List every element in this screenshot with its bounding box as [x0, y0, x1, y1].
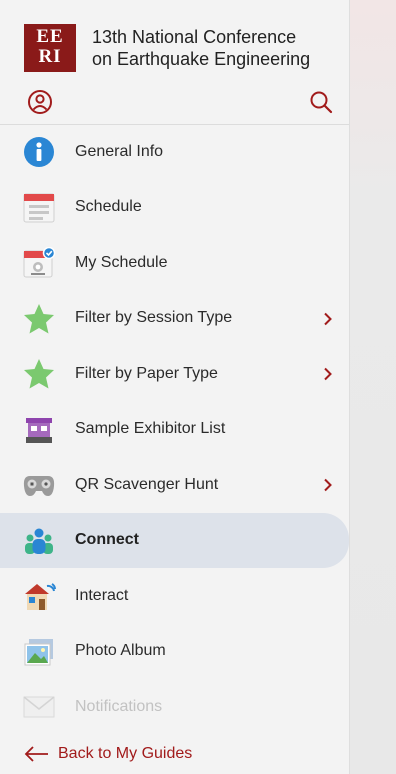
menu-item-interact[interactable]: Interact: [0, 568, 349, 624]
exhibitor-booth-icon: [22, 414, 56, 446]
menu-item-label: Interact: [75, 586, 129, 604]
menu-item-label: Notifications: [75, 697, 163, 715]
menu-item-notifications[interactable]: Notifications: [0, 679, 349, 735]
conference-title-line-1: 13th National Conference: [92, 27, 297, 47]
menu-item-schedule[interactable]: Schedule: [0, 180, 349, 236]
search-icon: [310, 91, 333, 114]
menu-item-filter-session-type[interactable]: Filter by Session Type: [0, 291, 349, 347]
chevron-right-icon: [324, 478, 332, 492]
star-icon: [22, 358, 56, 390]
menu-item-label: Photo Album: [75, 642, 166, 660]
menu-item-label: QR Scavenger Hunt: [75, 475, 219, 493]
drawer-header: EE RI 13th National Conference on Earthq…: [0, 0, 349, 125]
menu-item-qr-scavenger-hunt[interactable]: QR Scavenger Hunt: [0, 457, 349, 513]
logo-line-2: RI: [38, 46, 62, 67]
profile-icon: [28, 90, 52, 114]
back-to-guides-link[interactable]: Back to My Guides: [22, 736, 192, 772]
menu-item-my-schedule[interactable]: My Schedule: [0, 235, 349, 291]
arrow-left-icon: [24, 746, 48, 762]
menu-item-label: Schedule: [75, 198, 142, 216]
menu-item-label: Connect: [75, 531, 139, 549]
logo-line-1: EE: [36, 26, 64, 47]
calendar-icon: [22, 192, 56, 224]
menu-item-connect[interactable]: Connect: [0, 512, 349, 568]
menu-item-label: Sample Exhibitor List: [75, 420, 226, 438]
back-to-guides-label: Back to My Guides: [58, 745, 193, 762]
chevron-right-icon: [324, 312, 332, 325]
menu-item-label: Filter by Session Type: [75, 309, 233, 327]
menu-item-filter-paper-type[interactable]: Filter by Paper Type: [0, 346, 349, 402]
menu-list: General Info Schedule My Schedule Filter…: [0, 124, 349, 735]
menu-item-photo-album[interactable]: Photo Album: [0, 624, 349, 680]
menu-item-label: My Schedule: [75, 253, 168, 271]
navigation-drawer: EE RI 13th National Conference on Earthq…: [0, 0, 350, 774]
menu-item-general-info[interactable]: General Info: [0, 124, 349, 180]
content-pane: [349, 0, 396, 774]
search-button[interactable]: [307, 88, 335, 116]
menu-item-label: General Info: [75, 142, 164, 160]
eeri-logo: EE RI: [24, 24, 76, 72]
interact-icon: [22, 580, 56, 612]
envelope-icon: [22, 691, 56, 723]
profile-button[interactable]: [26, 88, 54, 116]
people-icon: [22, 525, 56, 557]
conference-title-line-2: on Earthquake Engineering: [92, 49, 311, 69]
my-schedule-icon: [22, 247, 56, 279]
conference-title: 13th National Conference on Earthquake E…: [92, 26, 342, 70]
menu-item-sample-exhibitor-list[interactable]: Sample Exhibitor List: [0, 402, 349, 458]
gamepad-icon: [22, 469, 56, 501]
chevron-right-icon: [324, 367, 332, 381]
info-icon: [22, 136, 56, 168]
star-icon: [22, 303, 56, 335]
photo-icon: [22, 636, 56, 668]
menu-item-label: Filter by Paper Type: [75, 364, 218, 382]
